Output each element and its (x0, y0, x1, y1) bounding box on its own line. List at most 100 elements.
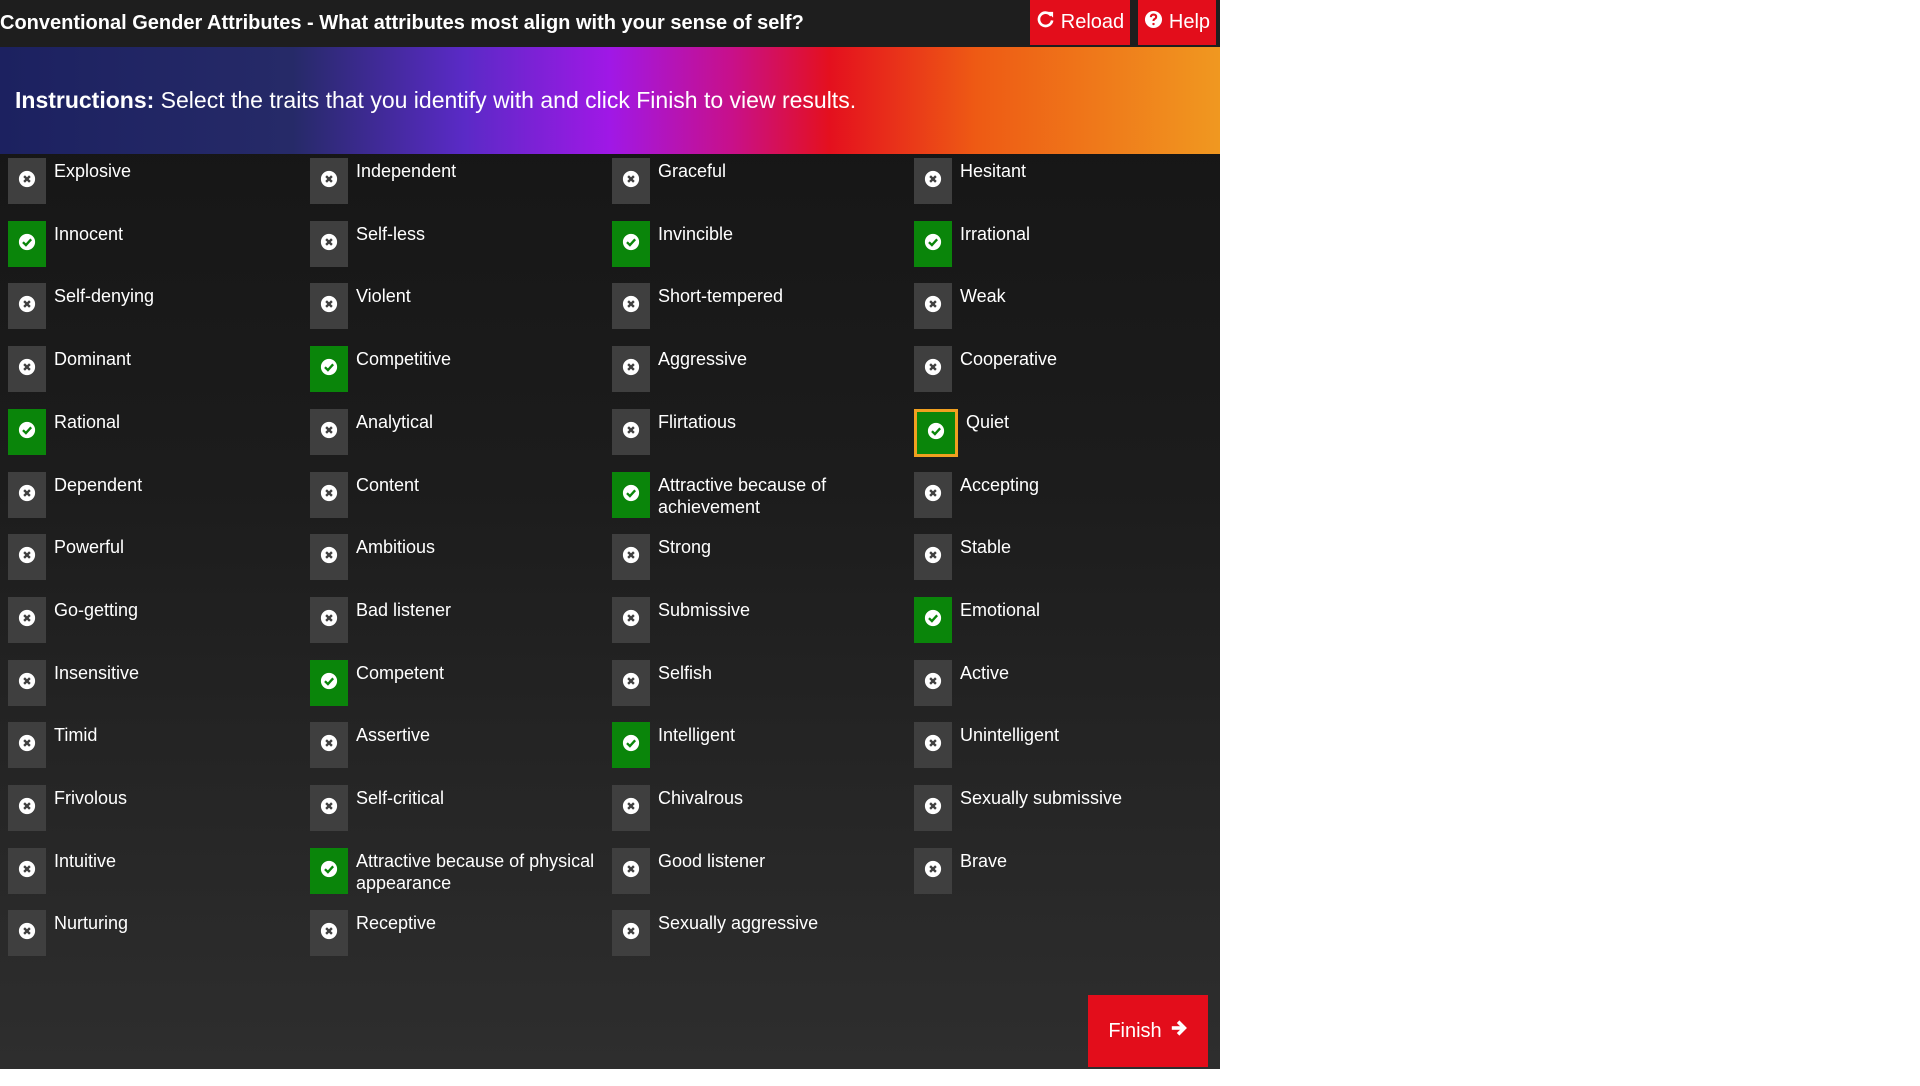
trait-item-unintelligent[interactable]: Unintelligent (914, 722, 1214, 784)
trait-toggle[interactable] (310, 283, 348, 329)
trait-toggle[interactable] (914, 409, 958, 457)
trait-toggle[interactable] (914, 660, 952, 706)
trait-toggle[interactable] (612, 472, 650, 518)
trait-toggle[interactable] (8, 534, 46, 580)
trait-toggle[interactable] (914, 597, 952, 643)
trait-toggle[interactable] (8, 910, 46, 956)
trait-toggle[interactable] (8, 283, 46, 329)
trait-toggle[interactable] (612, 785, 650, 831)
trait-item-sexually-aggressive[interactable]: Sexually aggressive (612, 910, 912, 972)
trait-item-assertive[interactable]: Assertive (310, 722, 610, 784)
trait-item-attractive-because-of-achievement[interactable]: Attractive because of achievement (612, 472, 912, 534)
trait-toggle[interactable] (612, 660, 650, 706)
trait-toggle[interactable] (8, 221, 46, 267)
trait-item-graceful[interactable]: Graceful (612, 158, 912, 220)
trait-toggle[interactable] (612, 409, 650, 455)
trait-item-intuitive[interactable]: Intuitive (8, 848, 308, 910)
trait-item-nurturing[interactable]: Nurturing (8, 910, 308, 972)
trait-toggle[interactable] (612, 597, 650, 643)
trait-item-competitive[interactable]: Competitive (310, 346, 610, 408)
trait-item-flirtatious[interactable]: Flirtatious (612, 409, 912, 471)
trait-toggle[interactable] (8, 597, 46, 643)
trait-item-self-denying[interactable]: Self-denying (8, 283, 308, 345)
trait-item-frivolous[interactable]: Frivolous (8, 785, 308, 847)
trait-item-analytical[interactable]: Analytical (310, 409, 610, 471)
trait-toggle[interactable] (8, 409, 46, 455)
trait-item-short-tempered[interactable]: Short-tempered (612, 283, 912, 345)
trait-toggle[interactable] (914, 472, 952, 518)
trait-item-go-getting[interactable]: Go-getting (8, 597, 308, 659)
trait-toggle[interactable] (612, 346, 650, 392)
trait-item-independent[interactable]: Independent (310, 158, 610, 220)
trait-item-innocent[interactable]: Innocent (8, 221, 308, 283)
trait-toggle[interactable] (612, 534, 650, 580)
trait-item-dependent[interactable]: Dependent (8, 472, 308, 534)
trait-toggle[interactable] (914, 722, 952, 768)
trait-item-stable[interactable]: Stable (914, 534, 1214, 596)
trait-toggle[interactable] (8, 848, 46, 894)
trait-item-intelligent[interactable]: Intelligent (612, 722, 912, 784)
trait-item-hesitant[interactable]: Hesitant (914, 158, 1214, 220)
trait-item-sexually-submissive[interactable]: Sexually submissive (914, 785, 1214, 847)
trait-item-insensitive[interactable]: Insensitive (8, 660, 308, 722)
trait-item-cooperative[interactable]: Cooperative (914, 346, 1214, 408)
trait-toggle[interactable] (310, 158, 348, 204)
trait-item-timid[interactable]: Timid (8, 722, 308, 784)
trait-item-powerful[interactable]: Powerful (8, 534, 308, 596)
trait-toggle[interactable] (310, 722, 348, 768)
trait-toggle[interactable] (8, 472, 46, 518)
trait-item-rational[interactable]: Rational (8, 409, 308, 471)
trait-item-quiet[interactable]: Quiet (914, 409, 1214, 471)
help-button[interactable]: Help (1138, 0, 1216, 45)
trait-toggle[interactable] (310, 346, 348, 392)
trait-item-content[interactable]: Content (310, 472, 610, 534)
trait-toggle[interactable] (8, 785, 46, 831)
trait-toggle[interactable] (612, 848, 650, 894)
trait-toggle[interactable] (612, 283, 650, 329)
trait-toggle[interactable] (914, 785, 952, 831)
trait-toggle[interactable] (914, 221, 952, 267)
trait-item-good-listener[interactable]: Good listener (612, 848, 912, 910)
trait-item-ambitious[interactable]: Ambitious (310, 534, 610, 596)
trait-toggle[interactable] (310, 472, 348, 518)
trait-item-self-critical[interactable]: Self-critical (310, 785, 610, 847)
trait-item-bad-listener[interactable]: Bad listener (310, 597, 610, 659)
trait-item-dominant[interactable]: Dominant (8, 346, 308, 408)
trait-toggle[interactable] (310, 597, 348, 643)
trait-toggle[interactable] (612, 158, 650, 204)
trait-item-self-less[interactable]: Self-less (310, 221, 610, 283)
trait-item-invincible[interactable]: Invincible (612, 221, 912, 283)
trait-item-competent[interactable]: Competent (310, 660, 610, 722)
trait-item-aggressive[interactable]: Aggressive (612, 346, 912, 408)
trait-toggle[interactable] (914, 158, 952, 204)
trait-item-active[interactable]: Active (914, 660, 1214, 722)
trait-toggle[interactable] (310, 848, 348, 894)
trait-item-emotional[interactable]: Emotional (914, 597, 1214, 659)
trait-toggle[interactable] (310, 221, 348, 267)
trait-toggle[interactable] (8, 660, 46, 706)
trait-item-violent[interactable]: Violent (310, 283, 610, 345)
trait-item-weak[interactable]: Weak (914, 283, 1214, 345)
trait-toggle[interactable] (914, 283, 952, 329)
trait-toggle[interactable] (310, 785, 348, 831)
trait-item-chivalrous[interactable]: Chivalrous (612, 785, 912, 847)
trait-item-receptive[interactable]: Receptive (310, 910, 610, 972)
trait-toggle[interactable] (310, 534, 348, 580)
trait-toggle[interactable] (8, 346, 46, 392)
trait-item-brave[interactable]: Brave (914, 848, 1214, 910)
trait-item-strong[interactable]: Strong (612, 534, 912, 596)
trait-item-attractive-because-of-physical-appearance[interactable]: Attractive because of physical appearanc… (310, 848, 610, 910)
finish-button[interactable]: Finish (1088, 995, 1208, 1067)
trait-toggle[interactable] (612, 221, 650, 267)
trait-toggle[interactable] (310, 910, 348, 956)
trait-toggle[interactable] (914, 534, 952, 580)
trait-item-explosive[interactable]: Explosive (8, 158, 308, 220)
trait-item-accepting[interactable]: Accepting (914, 472, 1214, 534)
trait-toggle[interactable] (310, 660, 348, 706)
trait-toggle[interactable] (8, 158, 46, 204)
trait-toggle[interactable] (8, 722, 46, 768)
trait-toggle[interactable] (310, 409, 348, 455)
trait-item-submissive[interactable]: Submissive (612, 597, 912, 659)
reload-button[interactable]: Reload (1030, 0, 1130, 45)
trait-item-selfish[interactable]: Selfish (612, 660, 912, 722)
